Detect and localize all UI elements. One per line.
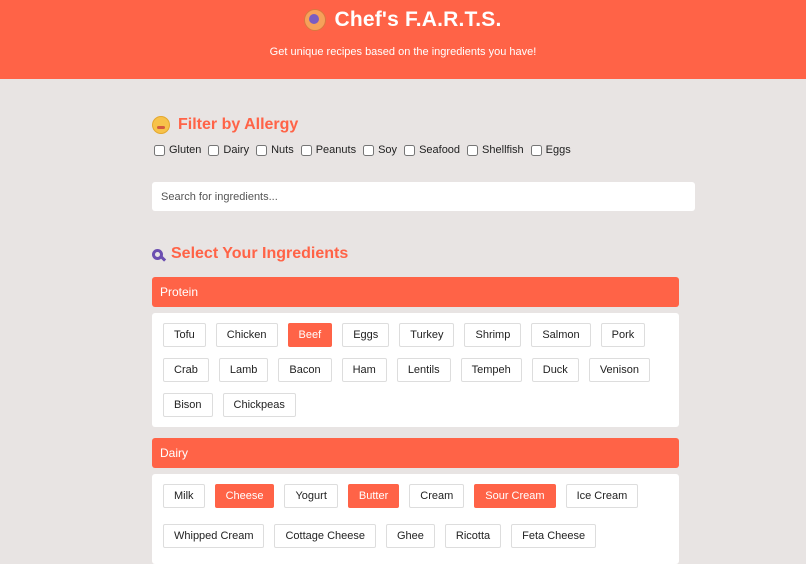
category-name: Protein	[160, 285, 199, 299]
allergy-checkbox-eggs[interactable]	[530, 144, 542, 156]
ingredient-chip-tempeh[interactable]: Tempeh	[460, 358, 522, 382]
ingredient-chip-shrimp[interactable]: Shrimp	[464, 323, 522, 347]
ingredient-chip-milk[interactable]: Milk	[163, 484, 205, 508]
ingredient-chip-cheese[interactable]: Cheese	[214, 484, 275, 508]
sick-face-icon	[152, 116, 170, 134]
app-title-text: Chef's F.A.R.T.S.	[334, 8, 502, 31]
allergy-checkbox-peanuts[interactable]	[300, 144, 312, 156]
ingredients-heading: Select Your Ingredients	[152, 245, 679, 263]
allergy-option-shellfish[interactable]: Shellfish	[465, 144, 524, 156]
ingredient-chip-venison[interactable]: Venison	[588, 358, 650, 382]
allergy-checkbox-shellfish[interactable]	[467, 144, 479, 156]
ingredient-chip-turkey[interactable]: Turkey	[399, 323, 455, 347]
ingredients-heading-wrap: Select Your Ingredients	[152, 245, 679, 263]
allergy-label: Gluten	[169, 144, 202, 156]
allergy-checkbox-gluten[interactable]	[154, 144, 165, 156]
ingredient-chip-tofu[interactable]: Tofu	[163, 323, 206, 347]
ingredient-chip-pork[interactable]: Pork	[600, 323, 646, 347]
ingredient-chip-bacon[interactable]: Bacon	[278, 358, 332, 382]
allergy-label: Dairy	[223, 144, 250, 156]
magnifier-icon	[152, 248, 163, 260]
ingredient-chip-duck[interactable]: Duck	[531, 358, 579, 382]
ingredient-chip-ricotta[interactable]: Ricotta	[444, 524, 502, 548]
ingredient-chip-ice-cream[interactable]: Ice Cream	[565, 484, 639, 508]
allergy-option-seafood[interactable]: Seafood	[402, 144, 460, 156]
allergy-option-dairy[interactable]: Dairy	[206, 144, 249, 156]
ingredient-chip-lamb[interactable]: Lamb	[218, 358, 269, 382]
allergy-checkbox-dairy[interactable]	[208, 144, 220, 156]
category-header-protein[interactable]: Protein	[152, 277, 679, 307]
ingredients-heading-text: Select Your Ingredients	[171, 245, 349, 262]
ingredient-chip-salmon[interactable]: Salmon	[531, 323, 591, 347]
ingredient-chip-chicken[interactable]: Chicken	[215, 323, 278, 347]
ingredient-chip-lentils[interactable]: Lentils	[396, 358, 451, 382]
ingredient-chip-ham[interactable]: Ham	[341, 358, 387, 382]
ingredient-chip-yogurt[interactable]: Yogurt	[284, 484, 338, 508]
ingredient-chip-chickpeas[interactable]: Chickpeas	[222, 393, 296, 417]
allergy-filter-list: Gluten Dairy Nuts Peanuts Soy Seafood Shellfis…	[152, 144, 679, 156]
allergy-label: Soy	[378, 144, 398, 156]
ingredient-chip-butter[interactable]: Butter	[347, 484, 400, 508]
ingredient-chip-bison[interactable]: Bison	[163, 393, 213, 417]
category-body-protein: Tofu Chicken Beef Eggs Turkey Shrimp Salmon Por…	[152, 313, 679, 427]
ingredient-chip-eggs[interactable]: Eggs	[342, 323, 390, 347]
category-header-dairy[interactable]: Dairy	[152, 438, 679, 468]
app-title: Chef's F.A.R.T.S.	[0, 8, 806, 32]
ingredient-chip-crab[interactable]: Crab	[163, 358, 209, 382]
allergy-label: Seafood	[419, 144, 461, 156]
allergy-option-nuts[interactable]: Nuts	[254, 144, 294, 156]
ingredient-search-input[interactable]	[152, 182, 695, 211]
ingredient-chip-cottage-cheese[interactable]: Cottage Cheese	[274, 524, 376, 548]
allergy-option-soy[interactable]: Soy	[361, 144, 397, 156]
allergy-label: Peanuts	[315, 144, 357, 156]
ingredient-chip-sour-cream[interactable]: Sour Cream	[474, 484, 556, 508]
ingredient-chip-whipped-cream[interactable]: Whipped Cream	[163, 524, 265, 548]
allergy-option-peanuts[interactable]: Peanuts	[299, 144, 356, 156]
app-subtitle: Get unique recipes based on the ingredie…	[269, 46, 537, 58]
app-header: Chef's F.A.R.T.S. Get unique recipes bas…	[0, 0, 806, 79]
allergy-label: Eggs	[545, 144, 571, 156]
allergy-option-gluten[interactable]: Gluten	[152, 144, 201, 156]
allergy-checkbox-soy[interactable]	[363, 144, 375, 156]
allergy-option-eggs[interactable]: Eggs	[529, 144, 571, 156]
allergy-label: Shellfish	[482, 144, 524, 156]
ingredient-chip-cream[interactable]: Cream	[409, 484, 465, 508]
category-body-dairy: Milk Cheese Yogurt Butter Cream Sour Cream Ice…	[152, 474, 679, 564]
category-name: Dairy	[160, 446, 189, 460]
allergy-checkbox-nuts[interactable]	[256, 144, 268, 156]
chef-logo-icon	[304, 9, 327, 31]
allergy-checkbox-seafood[interactable]	[404, 144, 416, 156]
ingredient-chip-ghee[interactable]: Ghee	[385, 524, 435, 548]
allergy-section: Filter by Allergy Gluten Dairy Nuts Peanuts…	[152, 116, 679, 156]
ingredient-chip-beef[interactable]: Beef	[287, 323, 333, 347]
allergy-heading-text: Filter by Allergy	[178, 116, 299, 133]
ingredient-chip-feta-cheese[interactable]: Feta Cheese	[511, 524, 597, 548]
allergy-heading: Filter by Allergy	[152, 116, 679, 134]
allergy-label: Nuts	[271, 144, 294, 156]
